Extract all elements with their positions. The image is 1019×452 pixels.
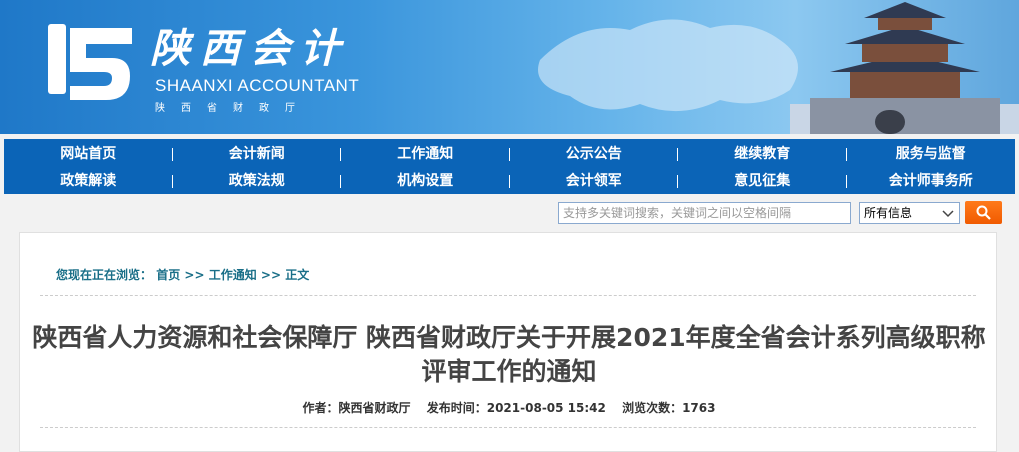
publish-info: 发布时间：2021-08-05 15:42 (427, 401, 606, 415)
article-panel: 您现在正在浏览： 首页 >> 工作通知 >> 正文 陕西省人力资源和社会保障厅 … (19, 232, 997, 452)
map-illustration (538, 19, 798, 112)
search-button[interactable] (965, 201, 1002, 224)
logo-chinese-title: 陕西会计 (150, 25, 350, 72)
nav-item-service-supervision[interactable]: 服务与监督 (847, 141, 1016, 168)
nav-item-accounting-leaders[interactable]: 会计领军 (510, 168, 678, 195)
main-navigation: 网站首页 会计新闻 工作通知 公示公告 继续教育 服务与监督 政策解读 政策法规… (4, 139, 1015, 194)
search-icon (976, 205, 991, 220)
nav-item-opinion-collection[interactable]: 意见征集 (678, 168, 847, 195)
views-label: 浏览次数： (622, 401, 683, 415)
nav-item-home[interactable]: 网站首页 (4, 141, 173, 168)
breadcrumb-current: 正文 (285, 268, 310, 282)
logo-english-title: SHAANXI ACCOUNTANT (155, 76, 360, 95)
logo-subtitle: 陕西省财政厅 (155, 103, 311, 114)
breadcrumb-prefix: 您现在正在浏览： (56, 268, 153, 282)
nav-item-work-notices[interactable]: 工作通知 (341, 141, 510, 168)
divider (40, 427, 976, 428)
breadcrumb-separator: >> (260, 268, 282, 282)
logo-icon (48, 24, 132, 100)
author-label: 作者： (302, 401, 339, 415)
search-input[interactable]: 支持多关键词搜索，关键词之间以空格间隔 (558, 202, 851, 224)
author-value: 陕西省财政厅 (338, 401, 411, 415)
nav-item-announcements[interactable]: 公示公告 (510, 141, 678, 168)
nav-item-policy-regulations[interactable]: 政策法规 (173, 168, 341, 195)
nav-row-2: 政策解读 政策法规 机构设置 会计领军 意见征集 会计师事务所 (4, 168, 1015, 195)
nav-item-accounting-news[interactable]: 会计新闻 (173, 141, 341, 168)
breadcrumb: 您现在正在浏览： 首页 >> 工作通知 >> 正文 (56, 266, 309, 283)
nav-item-organization[interactable]: 机构设置 (341, 168, 510, 195)
nav-item-accounting-firms[interactable]: 会计师事务所 (847, 168, 1016, 195)
nav-item-policy-interpretation[interactable]: 政策解读 (4, 168, 173, 195)
breadcrumb-work-notices[interactable]: 工作通知 (209, 268, 257, 282)
views-value: 1763 (682, 401, 716, 415)
article-title: 陕西省人力资源和社会保障厅 陕西省财政厅关于开展2021年度全省会计系列高级职称… (32, 323, 986, 386)
author-info: 作者：陕西省财政厅 (303, 401, 411, 415)
search-scope-value: 所有信息 (864, 206, 913, 220)
header-banner: 陕西会计 SHAANXI ACCOUNTANT 陕西省财政厅 (0, 0, 1019, 134)
bell-tower-illustration (790, 2, 1019, 134)
divider (40, 295, 976, 296)
nav-row-1: 网站首页 会计新闻 工作通知 公示公告 继续教育 服务与监督 (4, 141, 1015, 168)
chevron-down-icon (942, 210, 954, 218)
search-scope-select[interactable]: 所有信息 (859, 202, 960, 224)
views-info: 浏览次数：1763 (622, 401, 715, 415)
publish-label: 发布时间： (426, 401, 487, 415)
publish-value: 2021-08-05 15:42 (486, 401, 606, 415)
breadcrumb-home[interactable]: 首页 (156, 268, 180, 282)
breadcrumb-separator: >> (184, 268, 205, 282)
article-meta: 作者：陕西省财政厅 发布时间：2021-08-05 15:42 浏览次数：176… (20, 399, 998, 416)
nav-item-continuing-education[interactable]: 继续教育 (678, 141, 847, 168)
